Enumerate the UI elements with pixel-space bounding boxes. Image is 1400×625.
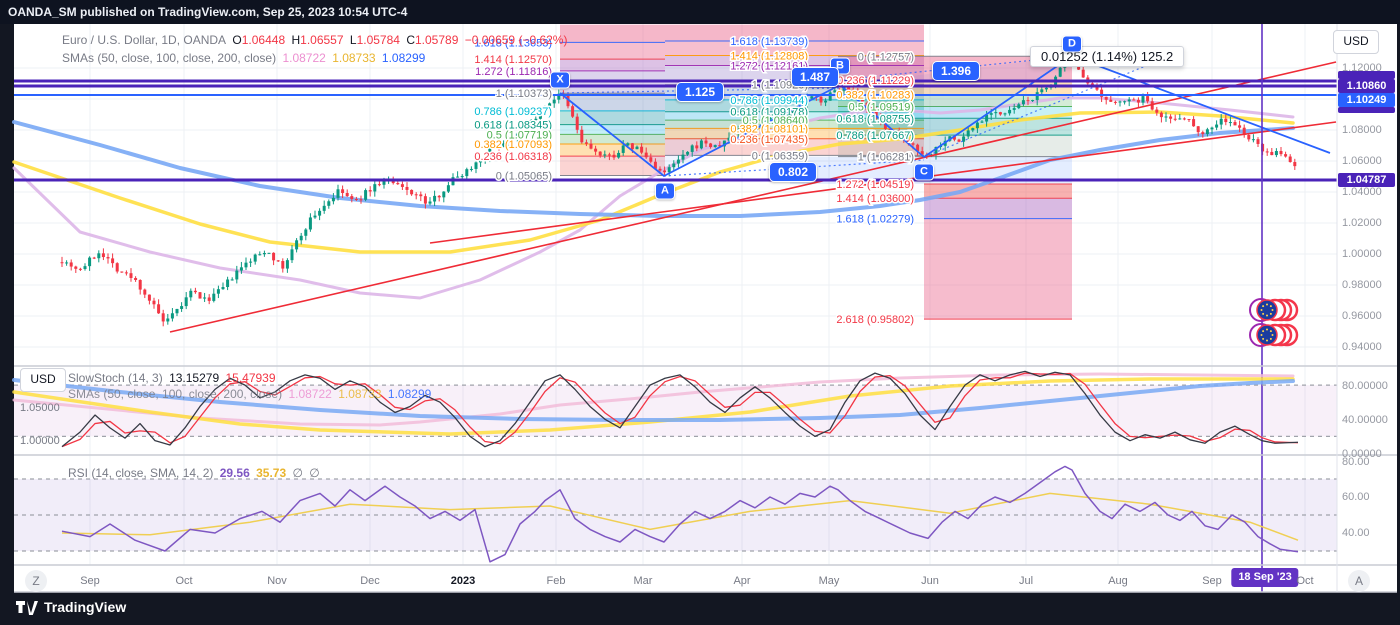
time-axis-month-jul[interactable]: Jul xyxy=(1019,575,1033,587)
time-axis-month-oct[interactable]: Oct xyxy=(175,575,192,587)
stoch-scale-label: 80.00000 xyxy=(1342,380,1388,392)
sma50-value: 1.08722 xyxy=(282,51,326,65)
timezone-button[interactable]: Z xyxy=(25,570,47,592)
pattern-point-badge-x[interactable]: X xyxy=(550,71,570,89)
change-value: −0.00659 (−0.62%) xyxy=(464,33,568,47)
pattern-point-badge-a[interactable]: A xyxy=(655,182,675,200)
price-scale-label: 1.00000 xyxy=(1342,248,1382,260)
rsi-value: 29.56 xyxy=(219,466,250,480)
pattern-ratio-badge-1.487[interactable]: 1.487 xyxy=(790,67,840,87)
time-axis-month-2023[interactable]: 2023 xyxy=(451,575,475,587)
currency-button-stoch[interactable]: USD xyxy=(20,368,66,392)
sma200-value: 1.08299 xyxy=(381,51,426,65)
sma-legend[interactable]: SMAs (50, close, 100, close, 200, close)… xyxy=(62,51,428,65)
low-label: L xyxy=(349,33,357,47)
stoch-left-scale-label: 1.05000 xyxy=(20,402,60,414)
symbol-title: Euro / U.S. Dollar, 1D, OANDA xyxy=(62,33,227,47)
pattern-ratio-badge-1.125[interactable]: 1.125 xyxy=(675,82,725,102)
rsi-legend[interactable]: RSI (14, close, SMA, 14, 2) 29.56 35.73 … xyxy=(68,466,323,480)
high-value: 1.06557 xyxy=(300,33,344,47)
sma100-value-stoch: 1.08733 xyxy=(338,387,382,401)
price-scale-label: 0.98000 xyxy=(1342,279,1382,291)
tradingview-brand[interactable]: TradingView xyxy=(16,599,126,615)
price-scale-badge-1.10860: 1.10860 xyxy=(1338,79,1395,93)
price-scale-label: 1.04000 xyxy=(1342,186,1382,198)
stoch-scale-label: 40.00000 xyxy=(1342,414,1388,426)
rsi-null-1: ∅ xyxy=(292,466,303,480)
price-scale-label: 0.96000 xyxy=(1342,310,1382,322)
low-value: 1.05784 xyxy=(356,33,400,47)
price-scale-badge-1.04787: 1.04787 xyxy=(1338,173,1395,187)
time-axis-month-feb[interactable]: Feb xyxy=(547,575,566,587)
stoch-k-value: 13.15279 xyxy=(169,371,220,385)
sma-legend-stoch[interactable]: SMAs (50, close, 100, close, 200, close)… xyxy=(68,387,434,401)
stoch-legend[interactable]: SlowStoch (14, 3) 13.15279 15.47939 xyxy=(68,371,279,385)
time-axis-month-dec[interactable]: Dec xyxy=(360,575,380,587)
currency-button-main[interactable]: USD xyxy=(1333,30,1379,54)
price-scale-badge-clipped xyxy=(1338,71,1395,79)
time-axis-month-oct[interactable]: Oct xyxy=(1296,575,1313,587)
stoch-legend-title: SlowStoch (14, 3) xyxy=(68,371,163,385)
sma-legend-stoch-title: SMAs (50, close, 100, close, 200, close) xyxy=(68,387,283,401)
time-axis-month-sep[interactable]: Sep xyxy=(1202,575,1222,587)
pattern-ratio-badge-0.802[interactable]: 0.802 xyxy=(768,162,818,182)
close-label: C xyxy=(406,33,415,47)
time-axis-month-sep[interactable]: Sep xyxy=(80,575,100,587)
open-value: 1.06448 xyxy=(241,33,286,47)
chart-paper[interactable] xyxy=(14,24,1397,592)
rsi-scale-label: 60.00 xyxy=(1342,491,1370,503)
time-axis-badge: 18 Sep '23 xyxy=(1231,568,1299,587)
time-axis-month-apr[interactable]: Apr xyxy=(733,575,750,587)
price-scale-label: 1.02000 xyxy=(1342,217,1382,229)
sma50-value-stoch: 1.08722 xyxy=(288,387,332,401)
stoch-left-scale-label: 1.00000 xyxy=(20,435,60,447)
measure-tooltip-text: 0.01252 (1.14%) 125.2 xyxy=(1041,49,1174,64)
price-scale-badge-clipped xyxy=(1338,107,1395,113)
pattern-ratio-badge-1.396[interactable]: 1.396 xyxy=(931,61,981,81)
measure-tooltip: 0.01252 (1.14%) 125.2 xyxy=(1030,46,1185,67)
price-scale-label: 0.94000 xyxy=(1342,341,1382,353)
publish-top-bar-text: OANDA_SM published on TradingView.com, S… xyxy=(8,5,408,19)
price-scale-label: 1.06000 xyxy=(1342,155,1382,167)
publish-top-bar: OANDA_SM published on TradingView.com, S… xyxy=(0,0,1400,24)
price-scale-label: 1.08000 xyxy=(1342,124,1382,136)
rsi-null-2: ∅ xyxy=(309,466,320,480)
time-axis-month-nov[interactable]: Nov xyxy=(267,575,287,587)
rsi-sma-value: 35.73 xyxy=(256,466,287,480)
symbol-legend[interactable]: Euro / U.S. Dollar, 1D, OANDA O1.06448 H… xyxy=(62,33,570,47)
sma100-value: 1.08733 xyxy=(332,51,376,65)
close-value: 1.05789 xyxy=(414,33,459,47)
open-label: O xyxy=(232,33,242,47)
time-axis-month-jun[interactable]: Jun xyxy=(921,575,939,587)
sma200-value-stoch: 1.08299 xyxy=(387,387,432,401)
time-axis-month-aug[interactable]: Aug xyxy=(1108,575,1128,587)
tradingview-brand-text: TradingView xyxy=(44,599,127,615)
rsi-scale-label: 80.00 xyxy=(1342,456,1370,468)
rsi-scale-label: 40.00 xyxy=(1342,527,1370,539)
sma-legend-title: SMAs (50, close, 100, close, 200, close) xyxy=(62,51,277,65)
stoch-d-value: 15.47939 xyxy=(225,371,276,385)
pattern-point-badge-c[interactable]: C xyxy=(914,163,934,181)
rsi-legend-title: RSI (14, close, SMA, 14, 2) xyxy=(68,466,214,480)
tradingview-logo-icon xyxy=(16,601,38,615)
pattern-point-badge-d[interactable]: D xyxy=(1062,35,1082,53)
time-axis-month-mar[interactable]: Mar xyxy=(634,575,653,587)
auto-scale-button[interactable]: A xyxy=(1348,570,1370,592)
high-label: H xyxy=(291,33,301,47)
price-scale-badge-1.10249: 1.10249 xyxy=(1338,93,1395,107)
time-axis-month-may[interactable]: May xyxy=(819,575,840,587)
